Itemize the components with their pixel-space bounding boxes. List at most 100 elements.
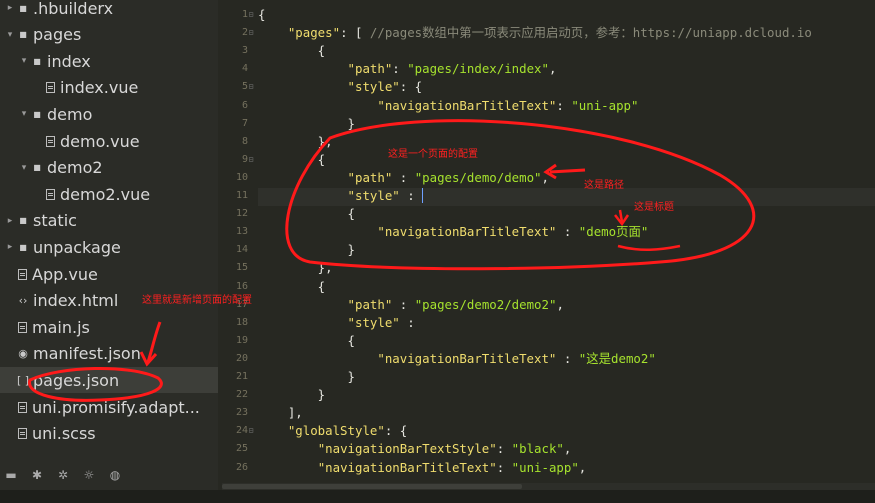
json-key: "navigationBarTitleText": [377, 350, 557, 366]
sidebar-item-demo-vue[interactable]: demo.vue: [0, 128, 218, 154]
code-editor[interactable]: 1 2 3 4 5 6 7 8 9 10 11 12 13 14 15 16 17 18 19 20 21 22 23 24 2…: [222, 0, 875, 490]
sidebar-item--hbuilderx[interactable]: ▸ ■ .hbuilderx: [0, 0, 218, 21]
sidebar-item-demo2-vue[interactable]: demo2.vue: [0, 181, 218, 207]
bug-icon[interactable]: ✱: [30, 468, 44, 482]
code-line[interactable]: ],: [258, 404, 303, 422]
vue-file-icon: [46, 135, 55, 147]
sidebar-item-label: index: [47, 51, 91, 71]
sidebar-item-label: demo.vue: [60, 131, 140, 151]
json-string: "uni-app": [511, 459, 579, 475]
sun-icon[interactable]: ☼: [82, 468, 96, 482]
code-comment: //pages数组中第一项表示应用启动页，参考：https://uniapp.d…: [369, 25, 812, 41]
sidebar-item-demo[interactable]: ▾ ■ demo: [0, 101, 218, 127]
code-punctuation: {: [258, 43, 326, 59]
code-punctuation: :: [399, 188, 423, 203]
sidebar-item-pages[interactable]: ▾ ■ pages: [0, 22, 218, 48]
code-line[interactable]: },: [258, 259, 333, 277]
code-line[interactable]: "navigationBarTitleText": "uni-app",: [258, 459, 587, 477]
code-punctuation: [258, 460, 318, 475]
fold-toggle-icon[interactable]: ⊟: [246, 78, 256, 96]
folder-icon: ■: [33, 56, 41, 66]
code-punctuation: {: [258, 151, 326, 167]
chevron-right-icon[interactable]: ▸: [4, 3, 16, 13]
sidebar-item-label: unpackage: [33, 237, 121, 257]
sidebar-item-manifest-json[interactable]: ◉ manifest.json: [0, 341, 218, 367]
gear-icon[interactable]: ✲: [56, 468, 70, 482]
code-line[interactable]: }: [258, 386, 325, 404]
code-punctuation: [258, 79, 348, 94]
sidebar-item-app-vue[interactable]: App.vue: [0, 261, 218, 287]
annotation-path: 这是路径: [584, 180, 624, 191]
sidebar-item-uni-promisify-adapt-[interactable]: uni.promisify.adapt...: [0, 394, 218, 420]
line-number: 9: [241, 153, 248, 165]
scrollbar-thumb[interactable]: [222, 484, 522, 489]
code-line[interactable]: {: [258, 332, 355, 350]
globe-icon[interactable]: ◍: [108, 468, 122, 482]
code-punctuation: ],: [258, 405, 303, 421]
line-number: 25: [235, 443, 248, 455]
folder-icon: ■: [33, 163, 41, 173]
code-line[interactable]: "navigationBarTitleText" : "这是demo2": [258, 350, 655, 368]
horizontal-scrollbar[interactable]: [222, 483, 875, 490]
code-punctuation: }: [258, 369, 355, 384]
chevron-down-icon[interactable]: ▾: [18, 163, 30, 173]
code-line[interactable]: "path": "pages/index/index",: [258, 60, 557, 78]
sidebar-item-unpackage[interactable]: ▸ ■ unpackage: [0, 234, 218, 260]
line-number: 21: [235, 371, 248, 382]
code-line[interactable]: }: [258, 115, 355, 133]
code-line[interactable]: "style": {: [258, 78, 423, 96]
code-line[interactable]: "navigationBarTitleText" : "demo页面": [258, 223, 648, 241]
json-key: "path": [347, 169, 393, 185]
json-string: "pages/demo/demo": [414, 169, 542, 185]
code-line[interactable]: "navigationBarTextStyle": "black",: [258, 440, 572, 458]
code-line[interactable]: {: [258, 151, 325, 169]
code-line[interactable]: "path" : "pages/demo/demo",: [258, 169, 549, 187]
sidebar-item-label: manifest.json: [33, 344, 141, 364]
sidebar-item-static[interactable]: ▸ ■ static: [0, 208, 218, 234]
line-number: 22: [235, 389, 248, 401]
code-punctuation: [258, 297, 348, 312]
code-line[interactable]: {: [258, 42, 325, 60]
code-line[interactable]: "globalStyle": {: [258, 422, 407, 440]
json-key: "style": [347, 188, 400, 203]
folder-icon[interactable]: ▬: [4, 468, 18, 482]
code-line[interactable]: {: [258, 278, 325, 296]
line-number: 15: [235, 262, 248, 274]
fold-toggle-icon[interactable]: ⊟: [246, 6, 256, 24]
fold-toggle-icon[interactable]: ⊟: [246, 422, 256, 440]
sidebar-item-main-js[interactable]: main.js: [0, 314, 218, 340]
code-line[interactable]: "navigationBarTitleText": "uni-app": [258, 97, 638, 115]
code-punctuation: }: [258, 242, 355, 258]
sidebar-item-index-vue[interactable]: index.vue: [0, 75, 218, 101]
line-number: 18: [235, 316, 248, 328]
chevron-down-icon[interactable]: ▾: [18, 56, 30, 66]
code-line[interactable]: }: [258, 241, 355, 259]
code-line[interactable]: "pages": [ //pages数组中第一项表示应用启动页，参考：https…: [258, 24, 812, 42]
line-number: 3: [241, 45, 248, 57]
sidebar-item-demo2[interactable]: ▾ ■ demo2: [0, 155, 218, 181]
fold-toggle-icon[interactable]: ⊟: [246, 151, 256, 169]
sidebar-item-pages-json[interactable]: [ ] pages.json: [0, 367, 218, 394]
sidebar-item-label: demo2.vue: [60, 184, 151, 204]
sidebar-item-uni-scss[interactable]: uni.scss: [0, 421, 218, 447]
chevron-right-icon[interactable]: ▸: [4, 242, 16, 252]
chevron-down-icon[interactable]: ▾: [18, 109, 30, 119]
chevron-down-icon[interactable]: ▾: [4, 30, 16, 40]
code-line[interactable]: "style" :: [258, 187, 424, 205]
code-line[interactable]: },: [258, 133, 333, 151]
code-punctuation: :: [556, 224, 579, 240]
chevron-right-icon[interactable]: ▸: [4, 216, 16, 226]
sidebar-item-label: index.vue: [60, 78, 139, 98]
code-line[interactable]: {: [258, 6, 265, 24]
fold-toggle-icon[interactable]: ⊟: [246, 24, 256, 42]
code-line[interactable]: "path" : "pages/demo2/demo2",: [258, 296, 564, 314]
code-line[interactable]: "style" :: [258, 314, 415, 332]
code-line[interactable]: }: [258, 368, 355, 386]
vue-file-icon: [18, 268, 27, 280]
code-line[interactable]: {: [258, 205, 355, 223]
folder-icon: ■: [19, 3, 27, 13]
folder-icon: ■: [19, 30, 27, 40]
code-punctuation: [258, 188, 348, 203]
folder-icon: ■: [33, 109, 41, 119]
sidebar-item-index[interactable]: ▾ ■ index: [0, 48, 218, 74]
